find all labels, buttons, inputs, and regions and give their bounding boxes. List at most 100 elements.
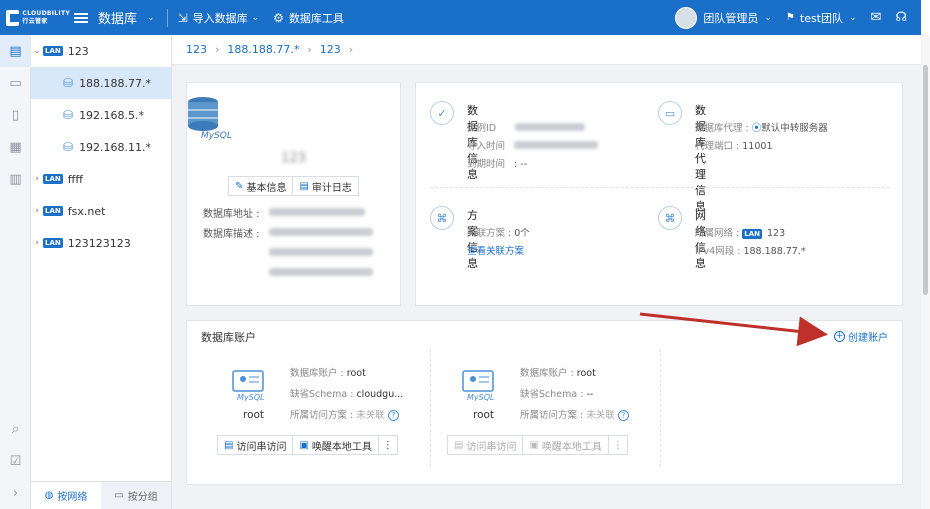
mysql-logo: MySQL [188, 97, 232, 141]
contacts-nav-icon[interactable]: ▭ [0, 67, 31, 99]
access-string-button[interactable]: ▤ 访问串访问 [217, 435, 294, 455]
lan-badge: LAN [43, 238, 63, 248]
user-menu[interactable]: 团队管理员 ⌄ [703, 10, 772, 26]
tab-by-network[interactable]: ◍ 按网络 [31, 482, 101, 509]
scrollbar[interactable] [921, 35, 930, 509]
chevron-right-icon[interactable]: › [31, 174, 43, 184]
mysql-account-icon: MySQL [462, 370, 494, 401]
section-title: 数据库代理信息 [695, 104, 706, 213]
server-nav-icon[interactable]: ▥ [0, 163, 31, 195]
instance-value [515, 123, 586, 131]
breadcrumb-item[interactable]: 123 [186, 43, 207, 56]
account-card: MySQL root 数据库账户 : root 缺省Schema : -- 所属… [447, 349, 676, 467]
svg-text:MySQL: MySQL [467, 393, 494, 401]
audit-log-label: 审计日志 [311, 182, 352, 194]
tools-icon: ⚙ [273, 10, 284, 25]
accounts-title: 数据库账户 [201, 331, 256, 344]
instance-label: 实例ID [467, 123, 497, 134]
avatar[interactable] [675, 6, 698, 29]
chevron-down-icon[interactable]: ⌄ [31, 46, 43, 56]
database-tools-button[interactable]: ⚙ 数据库工具 [273, 10, 344, 26]
clipboard-nav-icon[interactable]: ▦ [0, 131, 31, 163]
more-menu-button[interactable]: ⋮ [608, 435, 628, 455]
access-string-button[interactable]: ▤ 访问串访问 [447, 435, 524, 455]
tree-tabs: ◍ 按网络 ▭ 按分组 [31, 481, 171, 509]
tree-node-network[interactable]: ⌄ LAN 123 [31, 35, 171, 67]
plan-label: 关联方案 : [467, 228, 512, 239]
address-label: 数据库地址 : [203, 208, 260, 220]
lan-badge: LAN [742, 229, 763, 239]
expire-value: : -- [514, 159, 528, 170]
task-icon[interactable]: ☑ [0, 445, 31, 477]
database-icon: ⛁ [63, 108, 74, 122]
breadcrumb-item[interactable]: 123 [320, 43, 341, 56]
account-name: root [243, 409, 265, 421]
chevron-right-icon[interactable]: › [31, 206, 43, 216]
edit-icon: ✎ [235, 180, 244, 192]
tab-by-group[interactable]: ▭ 按分组 [101, 482, 171, 509]
headset-icon[interactable]: ☊ [895, 10, 907, 25]
account-label: 数据库账户 [520, 368, 568, 379]
tree-node-subnet[interactable]: ⛁ 188.188.77.* [31, 67, 171, 99]
lan-badge: LAN [43, 174, 63, 184]
folder-icon: ▭ [114, 490, 124, 501]
audit-log-button[interactable]: ▤ 审计日志 [293, 176, 359, 196]
chevron-right-icon: › [307, 43, 312, 56]
database-info-card: ✓ 数据库信息 实例ID 导入时间 到期时间 : -- ▭ 数据库代理信息 数据… [415, 82, 903, 306]
search-icon[interactable]: ⌕ [0, 413, 31, 445]
import-time-label: 导入时间 [467, 141, 506, 152]
brand-logo[interactable]: CLOUDBILITY 行云管家 [0, 0, 70, 35]
mysql-account-icon: MySQL [232, 370, 264, 401]
chevron-right-icon[interactable]: › [31, 238, 43, 248]
basic-info-label: 基本信息 [246, 182, 287, 194]
tree-node-subnet[interactable]: ⛁ 192.168.11.* [31, 131, 171, 163]
terminal-icon: ▣ [299, 439, 309, 451]
expand-icon[interactable]: › [0, 477, 31, 509]
more-menu-button[interactable]: ⋮ [378, 435, 398, 455]
description-value [269, 248, 373, 256]
user-role-label: 团队管理员 [703, 11, 759, 25]
database-nav-icon[interactable]: ▤ [0, 35, 31, 67]
network-icon: ⌘ [430, 206, 454, 230]
mail-icon[interactable]: ✉ [871, 10, 882, 25]
team-menu[interactable]: ⚑ test团队 ⌄ [786, 10, 857, 26]
tree-node-network[interactable]: › LAN fsx.net [31, 195, 171, 227]
menu-icon[interactable] [74, 11, 88, 25]
port-value: 11001 [742, 141, 773, 152]
tab-label: 按分组 [127, 492, 158, 503]
launch-local-tool-label: 唤醒本地工具 [311, 441, 372, 453]
help-icon[interactable]: ? [387, 410, 399, 421]
breadcrumb-item[interactable]: 188.188.77.* [227, 43, 299, 56]
basic-info-button[interactable]: ✎ 基本信息 [228, 176, 294, 196]
tree-node-network[interactable]: › LAN ffff [31, 163, 171, 195]
mysql-text: MySQL [201, 131, 232, 140]
schema-value: cloudgu... [356, 389, 404, 400]
import-icon: ⇲ [177, 10, 188, 25]
lan-badge: LAN [43, 46, 63, 56]
report-nav-icon[interactable]: ▯ [0, 99, 31, 131]
create-account-button[interactable]: + 创建账户 [834, 329, 888, 344]
tree-node-label: 123 [67, 44, 89, 58]
logo-text: CLOUDBILITY [22, 9, 70, 17]
view-plans-link[interactable]: 查看关联方案 [467, 246, 524, 257]
chevron-down-icon[interactable]: ⌄ [147, 13, 155, 23]
network-icon: ⌘ [658, 206, 682, 230]
tree-node-label: 188.188.77.* [79, 76, 152, 90]
tree-node-subnet[interactable]: ⛁ 192.168.5.* [31, 99, 171, 131]
import-database-button[interactable]: ⇲ 导入数据库 ⌄ [178, 10, 260, 26]
chevron-down-icon: ⌄ [251, 12, 260, 23]
network-value[interactable]: 123 [767, 228, 785, 239]
description-value [269, 268, 373, 276]
account-card: MySQL root 数据库账户 : root 缺省Schema : cloud… [217, 349, 446, 467]
tree-node-network[interactable]: › LAN 123123123 [31, 227, 171, 259]
logo-subtext: 行云管家 [22, 17, 48, 25]
launch-local-tool-button[interactable]: ▣ 唤醒本地工具 [523, 435, 609, 455]
plan-label: 所属访问方案 [290, 410, 348, 421]
create-account-label: 创建账户 [848, 333, 888, 344]
launch-local-tool-button[interactable]: ▣ 唤醒本地工具 [293, 435, 379, 455]
database-accounts-card: 数据库账户 + 创建账户 MySQL root 数据库账户 : root 缺省S… [186, 320, 903, 485]
globe-icon: ◍ [44, 490, 54, 501]
access-string-label: 访问串访问 [236, 441, 287, 453]
scrollbar-thumb[interactable] [923, 65, 928, 295]
help-icon[interactable]: ? [617, 410, 629, 421]
